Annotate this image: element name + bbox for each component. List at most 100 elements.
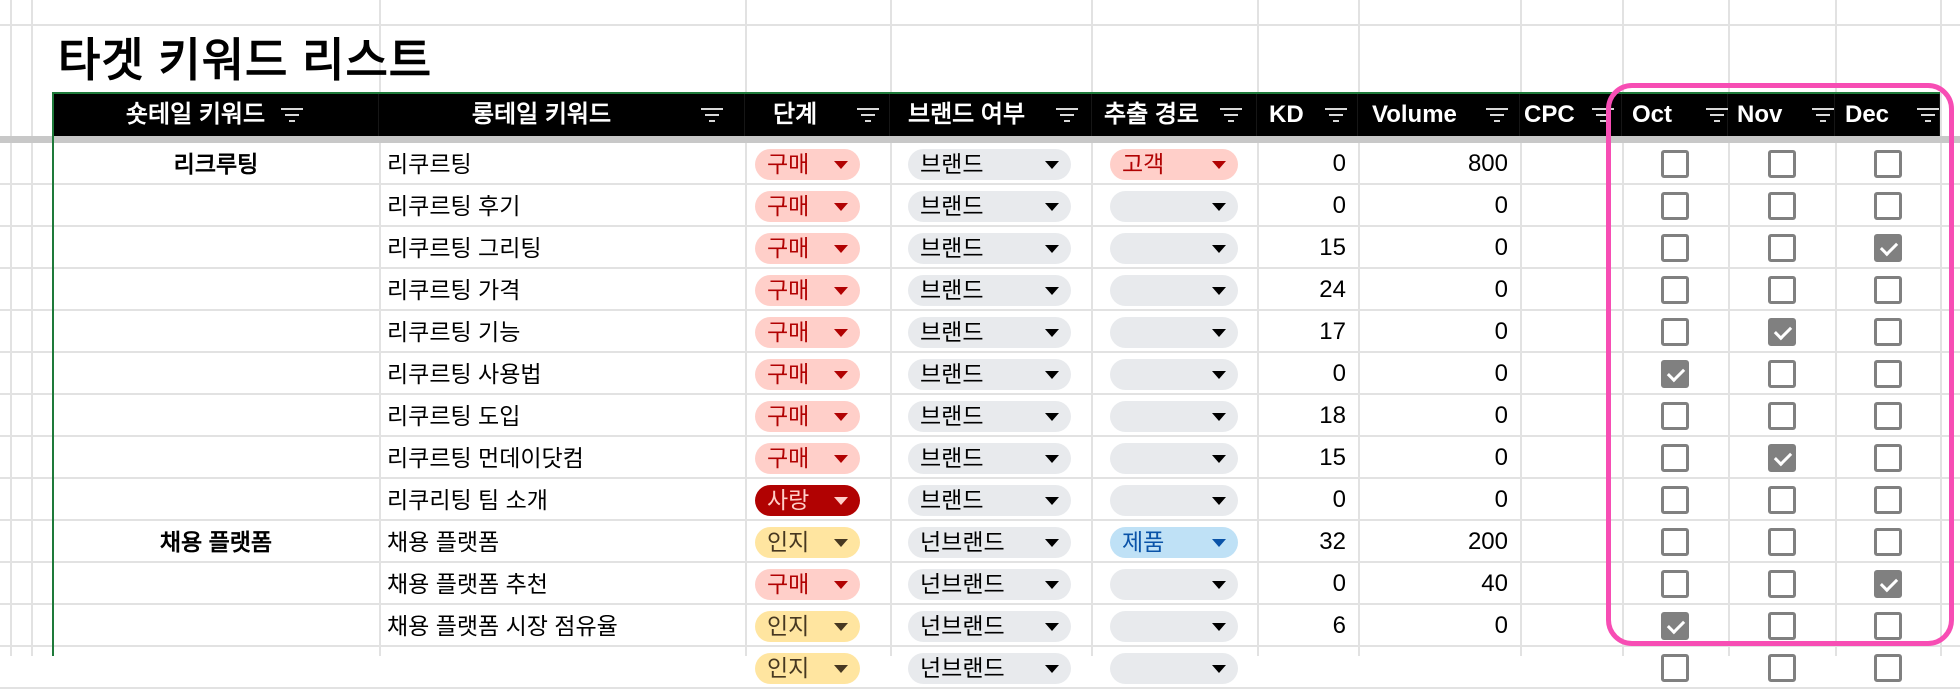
filter-icon[interactable] [1486,108,1508,124]
dec-checkbox[interactable] [1874,444,1902,472]
cpc-cell[interactable] [1520,479,1622,521]
cpc-cell[interactable] [1520,437,1622,479]
kd-cell[interactable]: 0 [1257,143,1358,185]
nov-checkbox[interactable] [1768,192,1796,220]
short-tail-keyword-cell[interactable] [53,437,379,479]
brand-dropdown-chip[interactable]: 브랜드 [908,443,1071,474]
source-dropdown-chip[interactable]: 고객 [1110,149,1238,180]
filter-icon[interactable] [1812,108,1834,124]
stage-dropdown-chip[interactable]: 구매 [755,443,860,474]
nov-checkbox[interactable] [1768,654,1796,682]
source-dropdown-chip[interactable] [1110,233,1238,264]
oct-checkbox[interactable] [1661,192,1689,220]
volume-cell[interactable]: 0 [1358,605,1520,647]
stage-dropdown-chip[interactable]: 구매 [755,233,860,264]
long-tail-keyword-cell[interactable]: 리쿠르팅 도입 [379,395,745,437]
oct-checkbox[interactable] [1661,528,1689,556]
short-tail-keyword-cell[interactable] [53,227,379,269]
cpc-cell[interactable] [1520,605,1622,647]
brand-dropdown-chip[interactable]: 브랜드 [908,191,1071,222]
kd-cell[interactable]: 6 [1257,605,1358,647]
source-dropdown-chip[interactable] [1110,611,1238,642]
cpc-cell[interactable] [1520,395,1622,437]
kd-cell[interactable]: 15 [1257,437,1358,479]
nov-checkbox[interactable] [1768,150,1796,178]
cpc-cell[interactable] [1520,353,1622,395]
cpc-cell[interactable] [1520,563,1622,605]
dec-checkbox[interactable] [1874,570,1902,598]
brand-dropdown-chip[interactable]: 브랜드 [908,485,1071,516]
short-tail-keyword-cell[interactable] [53,479,379,521]
nov-checkbox[interactable] [1768,570,1796,598]
short-tail-keyword-cell[interactable] [53,647,379,689]
short-tail-keyword-cell[interactable] [53,269,379,311]
oct-checkbox[interactable] [1661,612,1689,640]
oct-checkbox[interactable] [1661,402,1689,430]
long-tail-keyword-cell[interactable]: 채용 플랫폼 시장 점유율 [379,605,745,647]
kd-cell[interactable]: 24 [1257,269,1358,311]
brand-dropdown-chip[interactable]: 넌브랜드 [908,653,1071,684]
volume-cell[interactable]: 0 [1358,311,1520,353]
filter-icon[interactable] [1917,108,1939,124]
cpc-cell[interactable] [1520,269,1622,311]
column-header-oct[interactable]: Oct [1622,94,1728,136]
frozen-rows-divider[interactable] [0,136,1960,143]
nov-checkbox[interactable] [1768,318,1796,346]
filter-icon[interactable] [1056,108,1078,124]
short-tail-keyword-cell[interactable]: 리크루팅 [53,143,379,185]
dec-checkbox[interactable] [1874,402,1902,430]
long-tail-keyword-cell[interactable]: 채용 플랫폼 [379,521,745,563]
source-dropdown-chip[interactable] [1110,359,1238,390]
nov-checkbox[interactable] [1768,402,1796,430]
kd-cell[interactable]: 0 [1257,353,1358,395]
oct-checkbox[interactable] [1661,318,1689,346]
column-header-source[interactable]: 추출 경로 [1092,94,1257,136]
brand-dropdown-chip[interactable]: 브랜드 [908,359,1071,390]
kd-cell[interactable]: 0 [1257,479,1358,521]
stage-dropdown-chip[interactable]: 구매 [755,149,860,180]
kd-cell[interactable] [1257,647,1358,689]
long-tail-keyword-cell[interactable]: 리쿠르팅 가격 [379,269,745,311]
cpc-cell[interactable] [1520,647,1622,689]
stage-dropdown-chip[interactable]: 구매 [755,569,860,600]
volume-cell[interactable]: 0 [1358,185,1520,227]
stage-dropdown-chip[interactable]: 인지 [755,653,860,684]
stage-dropdown-chip[interactable]: 구매 [755,359,860,390]
dec-checkbox[interactable] [1874,150,1902,178]
short-tail-keyword-cell[interactable]: 채용 플랫폼 [53,521,379,563]
volume-cell[interactable]: 0 [1358,479,1520,521]
cpc-cell[interactable] [1520,227,1622,269]
nov-checkbox[interactable] [1768,276,1796,304]
volume-cell[interactable]: 0 [1358,437,1520,479]
stage-dropdown-chip[interactable]: 인지 [755,611,860,642]
brand-dropdown-chip[interactable]: 브랜드 [908,233,1071,264]
long-tail-keyword-cell[interactable]: 리쿠리팅 팀 소개 [379,479,745,521]
nov-checkbox[interactable] [1768,486,1796,514]
kd-cell[interactable]: 32 [1257,521,1358,563]
column-header-long-tail[interactable]: 롱테일 키워드 [379,94,745,136]
column-header-short-tail[interactable]: 숏테일 키워드 [53,94,379,136]
stage-dropdown-chip[interactable]: 인지 [755,527,860,558]
oct-checkbox[interactable] [1661,654,1689,682]
oct-checkbox[interactable] [1661,486,1689,514]
oct-checkbox[interactable] [1661,276,1689,304]
oct-checkbox[interactable] [1661,234,1689,262]
brand-dropdown-chip[interactable]: 넌브랜드 [908,527,1071,558]
volume-cell[interactable]: 40 [1358,563,1520,605]
stage-dropdown-chip[interactable]: 사랑 [755,485,860,516]
dec-checkbox[interactable] [1874,234,1902,262]
short-tail-keyword-cell[interactable] [53,563,379,605]
oct-checkbox[interactable] [1661,360,1689,388]
kd-cell[interactable]: 15 [1257,227,1358,269]
oct-checkbox[interactable] [1661,444,1689,472]
dec-checkbox[interactable] [1874,192,1902,220]
volume-cell[interactable]: 800 [1358,143,1520,185]
long-tail-keyword-cell[interactable]: 리쿠르팅 후기 [379,185,745,227]
short-tail-keyword-cell[interactable] [53,353,379,395]
source-dropdown-chip[interactable] [1110,569,1238,600]
volume-cell[interactable] [1358,647,1520,689]
long-tail-keyword-cell[interactable] [379,647,745,689]
column-header-cpc[interactable]: CPC [1520,94,1622,136]
brand-dropdown-chip[interactable]: 브랜드 [908,317,1071,348]
filter-icon[interactable] [1592,108,1614,124]
